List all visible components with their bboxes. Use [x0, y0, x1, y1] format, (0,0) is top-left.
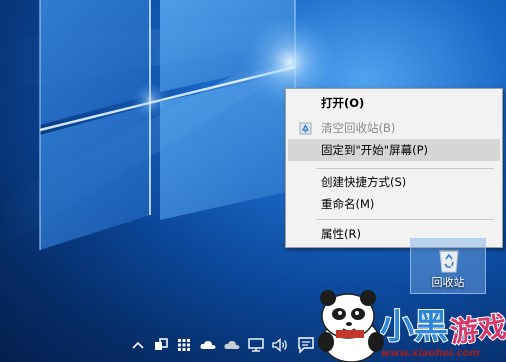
menu-item-empty-recycle-bin[interactable]: 清空回收站(B) [288, 117, 500, 139]
watermark-url: www.xiaohei.com [381, 348, 480, 359]
menu-item-label: 清空回收站(B) [321, 121, 396, 135]
recycle-bin-desktop-icon[interactable]: 回收站 [410, 238, 486, 294]
context-menu: 打开(O) 清空回收站(B) 固定到"开始"屏幕(P) 创建快捷方式(S) 重命… [285, 88, 503, 248]
svg-text:游戏: 游戏 [449, 310, 506, 348]
menu-separator [316, 168, 494, 169]
menu-item-create-shortcut[interactable]: 创建快捷方式(S) [288, 171, 500, 193]
menu-separator [316, 219, 494, 220]
menu-item-label: 创建快捷方式(S) [321, 175, 407, 189]
menu-item-pin-to-start[interactable]: 固定到"开始"屏幕(P) [288, 139, 500, 161]
watermark-logo-text: 小黑 游戏 [380, 306, 506, 348]
menu-item-rename[interactable]: 重命名(M) [288, 193, 500, 215]
menu-item-open[interactable]: 打开(O) [288, 92, 500, 114]
grid-icon[interactable] [174, 335, 194, 355]
desktop: 打开(O) 清空回收站(B) 固定到"开始"屏幕(P) 创建快捷方式(S) 重命… [0, 0, 506, 362]
menu-item-label: 打开(O) [321, 96, 365, 110]
network-icon[interactable] [246, 335, 266, 355]
shield-icon [299, 122, 312, 135]
recycle-bin-icon [439, 250, 459, 273]
menu-item-label: 固定到"开始"屏幕(P) [321, 143, 428, 157]
menu-item-label: 属性(R) [321, 227, 361, 241]
watermark: 小黑 游戏 www.xiaohei.com [306, 288, 506, 362]
cloud-icon[interactable] [222, 335, 242, 355]
cloud-icon[interactable] [198, 335, 218, 355]
chevron-up-icon[interactable] [128, 335, 148, 355]
svg-text:小黑: 小黑 [380, 307, 448, 347]
menu-item-label: 重命名(M) [321, 197, 375, 211]
volume-icon[interactable] [270, 335, 290, 355]
task-view-icon[interactable] [151, 335, 171, 355]
